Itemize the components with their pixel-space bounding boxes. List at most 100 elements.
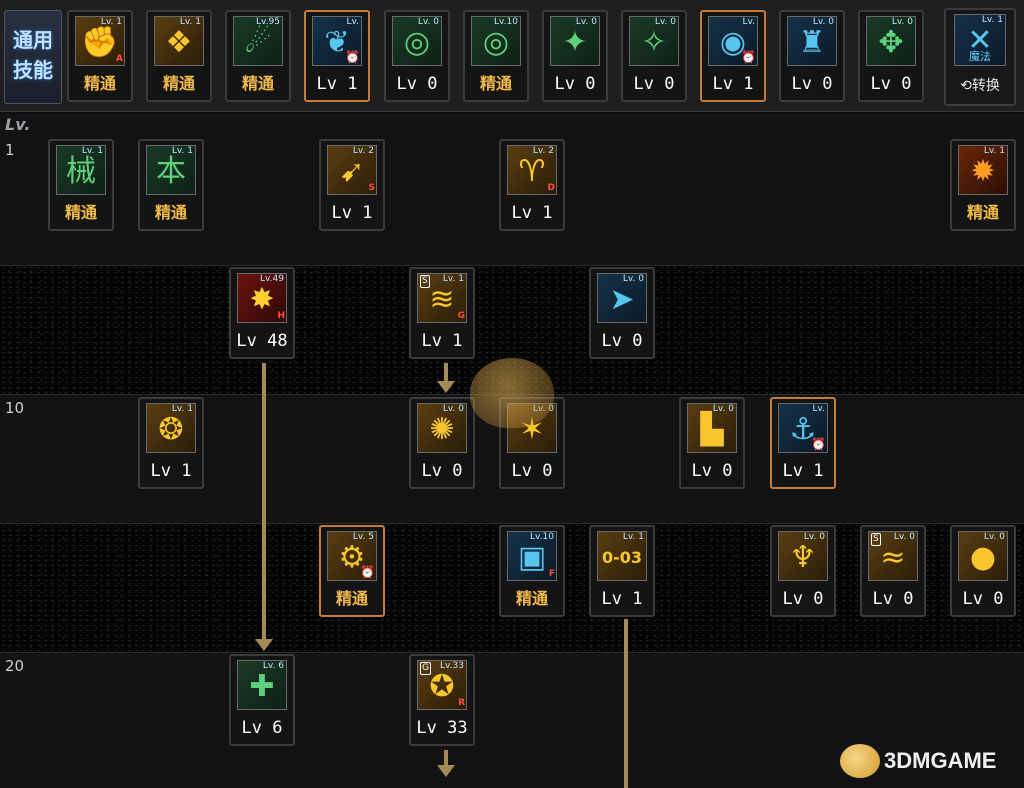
skill-level-label: Lv 0	[691, 461, 733, 481]
skill-icon[interactable]: ✊ Lv. 1A	[75, 16, 125, 66]
skill-level-tag: Lv. 0	[417, 17, 439, 27]
skill-icon[interactable]: ♆ Lv. 0	[778, 531, 828, 581]
skill-level-tag: Lv. 1	[100, 17, 122, 27]
skill-slot[interactable]: ✪ Lv.33 G R Lv 33	[409, 654, 475, 746]
skill-slot[interactable]: ✥ Lv. 0 Lv 0	[858, 10, 924, 102]
skill-icon[interactable]: ❂ Lv. 1	[146, 403, 196, 453]
skill-level-label: Lv 33	[416, 718, 468, 738]
skill-mastery-label: 精通	[83, 74, 116, 93]
skill-icon[interactable]: ✦ Lv. 0	[550, 16, 600, 66]
skill-glyph-icon: ✧	[641, 25, 667, 60]
skill-type-badge: G	[420, 662, 431, 675]
skill-glyph-icon: ▙	[700, 412, 724, 447]
skill-grade-letter: G	[457, 311, 465, 321]
skill-slot[interactable]: ● Lv. 0 Lv 0	[950, 525, 1016, 617]
skill-glyph-icon: ➤	[609, 282, 635, 317]
skill-slot[interactable]: ≋ Lv. 1 S G Lv 1	[409, 267, 475, 359]
skill-glyph-icon: ♜	[798, 25, 826, 60]
skill-slot[interactable]: ✚ Lv. 6 Lv 6	[229, 654, 295, 746]
skill-icon[interactable]: ♜ Lv. 0	[787, 16, 837, 66]
skill-glyph-icon: ❖	[165, 25, 193, 60]
skill-level-tag: Lv. 2	[352, 146, 374, 156]
skill-level-tag: Lv. 1	[171, 146, 193, 156]
skill-icon[interactable]: ✧ Lv. 0	[629, 16, 679, 66]
skill-icon[interactable]: 械 Lv. 1	[56, 145, 106, 195]
skill-icon[interactable]: ● Lv. 0	[958, 531, 1008, 581]
skill-icon[interactable]: 本 Lv. 1	[146, 145, 196, 195]
skill-icon[interactable]: ≋ Lv. 1SG	[417, 273, 467, 323]
skill-glyph-icon: ◎	[482, 25, 510, 60]
skill-icon[interactable]: ✺ Lv. 0	[417, 403, 467, 453]
skill-slot[interactable]: ❖ Lv. 1 精通	[146, 10, 212, 102]
skill-slot[interactable]: ⚓ Lv. ⏰ Lv 1	[770, 397, 836, 489]
skill-icon[interactable]: ✹ Lv. 1	[958, 145, 1008, 195]
skill-slot[interactable]: ♜ Lv. 0 Lv 0	[779, 10, 845, 102]
skill-slot[interactable]: ◎ Lv.10 精通	[463, 10, 529, 102]
skill-level-tag: Lv. 0	[575, 17, 597, 27]
skill-slot[interactable]: ☄ Lv.95 精通	[225, 10, 291, 102]
skill-icon[interactable]: ⚙ Lv. 5 ⏰	[327, 531, 377, 581]
skill-icon[interactable]: ☄ Lv.95	[233, 16, 283, 66]
skill-level-tag: Lv. 1	[179, 17, 201, 27]
skill-slot[interactable]: ✹ Lv. 1 精通	[950, 139, 1016, 231]
skill-icon[interactable]: ❦ Lv. ⏰	[312, 16, 362, 66]
skill-slot[interactable]: ◉ Lv. ⏰ Lv 1	[700, 10, 766, 102]
magic-skill-icon[interactable]: ✕ Lv. 1 魔法	[954, 14, 1006, 66]
skill-slot[interactable]: 0-03 Lv. 1 Lv 1	[589, 525, 655, 617]
skill-slot[interactable]: ➹ Lv. 2 S Lv 1	[319, 139, 385, 231]
skill-slot[interactable]: ◎ Lv. 0 Lv 0	[384, 10, 450, 102]
skill-slot[interactable]: ❦ Lv. ⏰ Lv 1	[304, 10, 370, 102]
skill-icon[interactable]: ✥ Lv. 0	[866, 16, 916, 66]
swap-level-tag: Lv. 1	[981, 15, 1003, 25]
skill-slot[interactable]: ▣ Lv.10 F 精通	[499, 525, 565, 617]
skill-icon[interactable]: ≈ Lv. 0S	[868, 531, 918, 581]
skill-icon[interactable]: ❖ Lv. 1	[154, 16, 204, 66]
skill-slot[interactable]: ⚙ Lv. 5 ⏰ 精通	[319, 525, 385, 617]
band-divider	[0, 265, 1024, 266]
skill-slot[interactable]: 本 Lv. 1 精通	[138, 139, 204, 231]
skill-icon[interactable]: ➹ Lv. 2S	[327, 145, 377, 195]
skill-slot[interactable]: ≈ Lv. 0 S Lv 0	[860, 525, 926, 617]
skill-level-label: Lv 1	[712, 74, 754, 94]
skill-icon[interactable]: ▣ Lv.10 F	[507, 531, 557, 581]
watermark-mascot	[470, 358, 554, 428]
skill-mastery-label: 精通	[241, 74, 274, 93]
skill-icon[interactable]: ➤ Lv. 0	[597, 273, 647, 323]
skill-glyph-icon: ✥	[878, 25, 904, 60]
skill-level-tag: Lv. 0	[891, 17, 913, 27]
skill-icon[interactable]: ◎ Lv. 0	[392, 16, 442, 66]
band-divider	[0, 523, 1024, 524]
skill-icon[interactable]: ◎ Lv.10	[471, 16, 521, 66]
skill-level-label: Lv 0	[870, 74, 912, 94]
skill-icon[interactable]: ⚓ Lv. ⏰	[778, 403, 828, 453]
skill-slot[interactable]: ✊ Lv. 1 A 精通	[67, 10, 133, 102]
skill-icon[interactable]: ♈ Lv. 2D	[507, 145, 557, 195]
skill-icon[interactable]: ✚ Lv. 6	[237, 660, 287, 710]
swap-button[interactable]: ⟲转换	[950, 72, 1010, 100]
skill-icon[interactable]: ✸ Lv.49 H	[237, 273, 287, 323]
skill-slot[interactable]: ♆ Lv. 0 Lv 0	[770, 525, 836, 617]
swap-panel[interactable]: ✕ Lv. 1 魔法 ⟲转换	[944, 8, 1016, 106]
skill-slot[interactable]: 械 Lv. 1 精通	[48, 139, 114, 231]
skill-glyph-icon: ●	[969, 540, 997, 575]
skill-icon[interactable]: ▙ Lv. 0	[687, 403, 737, 453]
skill-icon[interactable]: ✪ Lv.33 G R	[417, 660, 467, 710]
skill-level-tag: Lv.10	[494, 17, 518, 27]
skill-icon[interactable]: 0-03 Lv. 1	[597, 531, 647, 581]
skill-slot[interactable]: ➤ Lv. 0 Lv 0	[589, 267, 655, 359]
skill-icon[interactable]: ◉ Lv. ⏰	[708, 16, 758, 66]
cooldown-clock-icon: ⏰	[811, 437, 826, 451]
skill-slot[interactable]: ❂ Lv. 1 Lv 1	[138, 397, 204, 489]
skill-level-tag: Lv. 0	[983, 532, 1005, 542]
skill-slot[interactable]: ✸ Lv.49 H Lv 48	[229, 267, 295, 359]
skill-slot[interactable]: ✦ Lv. 0 Lv 0	[542, 10, 608, 102]
skill-level-label: Lv 0	[962, 589, 1004, 609]
skill-slot[interactable]: ✧ Lv. 0 Lv 0	[621, 10, 687, 102]
skill-level-tag: Lv.95	[256, 17, 280, 27]
skill-slot[interactable]: ▙ Lv. 0 Lv 0	[679, 397, 745, 489]
skill-slot[interactable]: ✺ Lv. 0 Lv 0	[409, 397, 475, 489]
skill-slot[interactable]: ♈ Lv. 2 D Lv 1	[499, 139, 565, 231]
skill-level-label: Lv 0	[601, 331, 643, 351]
level-marker-20: 20	[5, 657, 25, 675]
skill-grade-letter: R	[458, 698, 465, 708]
